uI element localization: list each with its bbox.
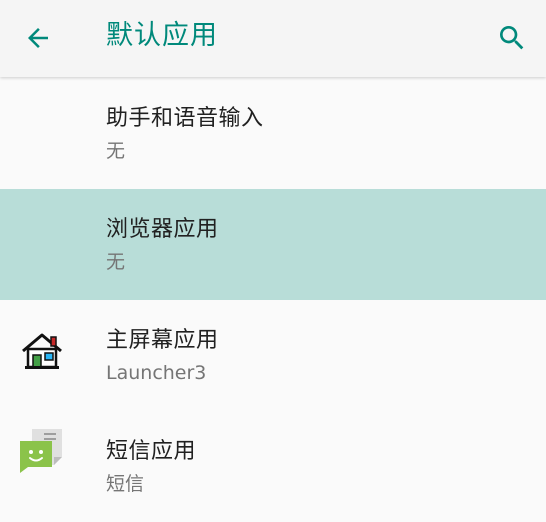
list-item-title: 助手和语音输入 <box>106 106 264 131</box>
list-item-assistant[interactable]: 助手和语音输入 无 <box>0 78 546 189</box>
app-bar: 默认应用 <box>0 0 546 77</box>
list-item-home[interactable]: 主屏幕应用 Launcher3 <box>0 300 546 411</box>
arrow-back-icon <box>28 28 48 48</box>
list-item-summary: 短信 <box>106 473 145 495</box>
search-button[interactable] <box>486 12 538 64</box>
list-item-title: 主屏幕应用 <box>106 328 219 353</box>
page-title: 默认应用 <box>106 20 218 51</box>
list-item-summary: Launcher3 <box>106 362 207 384</box>
back-button[interactable] <box>14 14 62 62</box>
messaging-app-icon <box>18 427 66 475</box>
list-item-summary: 无 <box>106 140 126 162</box>
list-item-summary: 无 <box>106 251 126 273</box>
house-icon <box>18 327 66 375</box>
list-item-title: 浏览器应用 <box>106 217 219 242</box>
list-item-title: 短信应用 <box>106 439 197 464</box>
list-item-sms[interactable]: 短信应用 短信 <box>0 411 546 522</box>
search-icon <box>500 26 524 50</box>
default-apps-list: 助手和语音输入 无 浏览器应用 无 主屏幕应用 Launcher3 短信应用 短… <box>0 78 546 522</box>
list-item-browser[interactable]: 浏览器应用 无 <box>0 189 546 300</box>
